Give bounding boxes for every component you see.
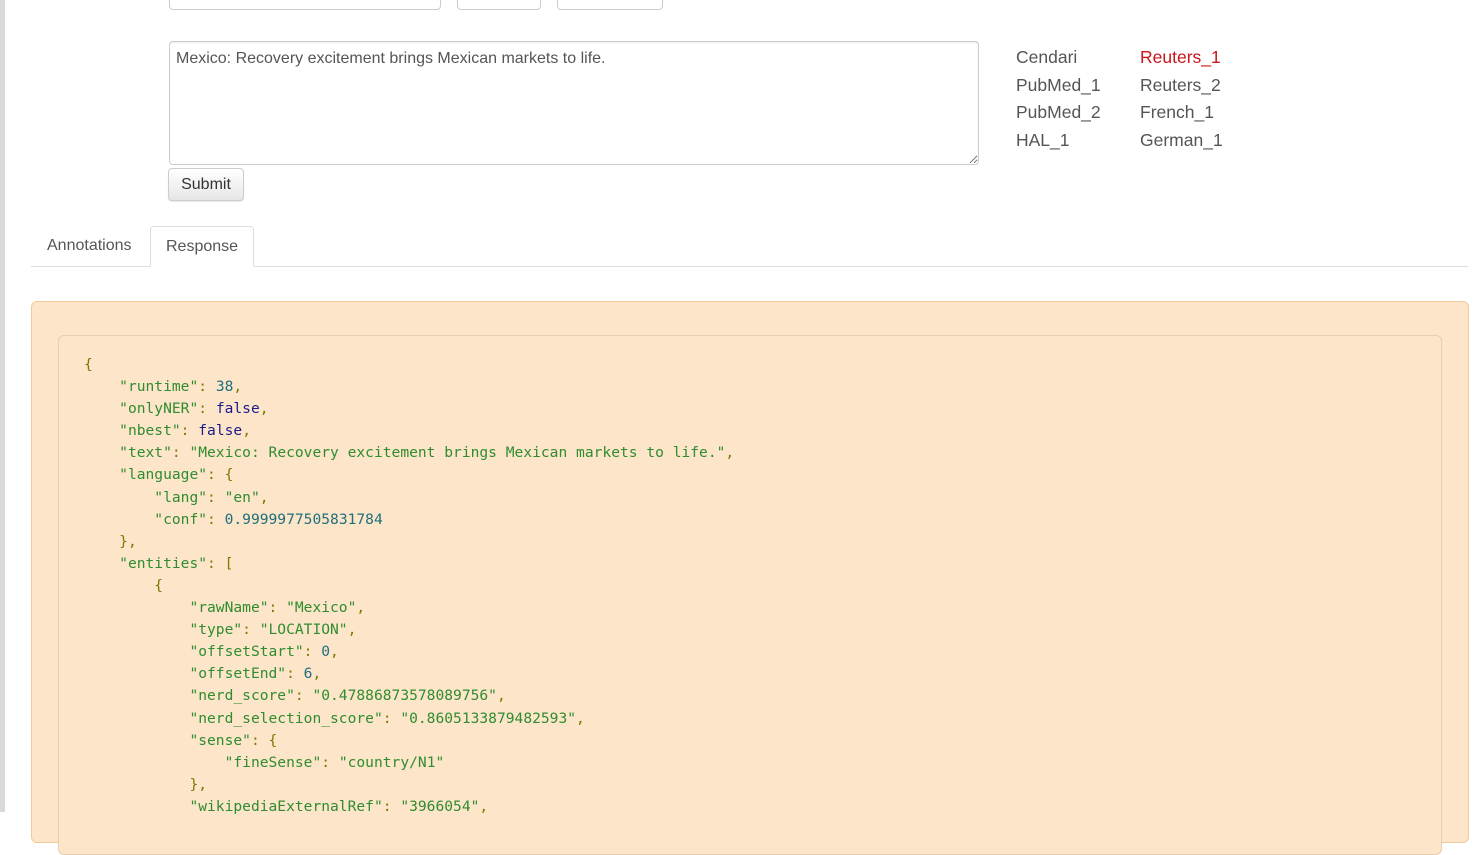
offsetstart-value: 0 (321, 643, 331, 661)
onlyner-value: false (215, 400, 260, 418)
nerd-selection-score-value: "0.8605133879482593" (400, 709, 577, 727)
top-button-2[interactable] (557, 0, 663, 10)
example-link-reuters-1[interactable]: Reuters_1 (1140, 47, 1260, 69)
example-link-hal-1[interactable]: HAL_1 (1016, 130, 1140, 152)
conf-value: 0.9999977505831784 (224, 510, 383, 528)
rawname-value: "Mexico" (286, 599, 357, 617)
example-list: Cendari Reuters_1 PubMed_1 Reuters_2 Pub… (1016, 47, 1260, 151)
wikipedia-ref-value: "3966054" (400, 797, 480, 815)
left-border (0, 0, 5, 812)
service-select[interactable] (169, 0, 441, 10)
nbest-value: false (198, 422, 243, 440)
type-value: "LOCATION" (259, 621, 348, 639)
finesense-value: "country/N1" (338, 753, 445, 771)
runtime-value: 38 (215, 378, 234, 396)
example-link-pubmed-1[interactable]: PubMed_1 (1016, 75, 1140, 97)
example-link-reuters-2[interactable]: Reuters_2 (1140, 75, 1260, 97)
tab-response[interactable]: Response (150, 226, 255, 267)
example-link-cendari[interactable]: Cendari (1016, 47, 1140, 69)
example-link-german-1[interactable]: German_1 (1140, 130, 1260, 152)
tab-annotations[interactable]: Annotations (32, 226, 147, 266)
response-panel: { "runtime": 38, "onlyNER": false, "nbes… (31, 301, 1469, 855)
example-link-pubmed-2[interactable]: PubMed_2 (1016, 102, 1140, 124)
query-textarea[interactable]: Mexico: Recovery excitement brings Mexic… (169, 41, 979, 165)
text-value: "Mexico: Recovery excitement brings Mexi… (189, 444, 726, 462)
result-tabs: Annotations Response (31, 226, 1468, 267)
json-response: { "runtime": 38, "onlyNER": false, "nbes… (58, 335, 1442, 855)
submit-button[interactable]: Submit (168, 168, 244, 201)
top-button-1[interactable] (457, 0, 541, 10)
nerd-score-value: "0.47886873578089756" (312, 687, 497, 705)
example-link-french-1[interactable]: French_1 (1140, 102, 1260, 124)
lang-value: "en" (224, 488, 260, 506)
